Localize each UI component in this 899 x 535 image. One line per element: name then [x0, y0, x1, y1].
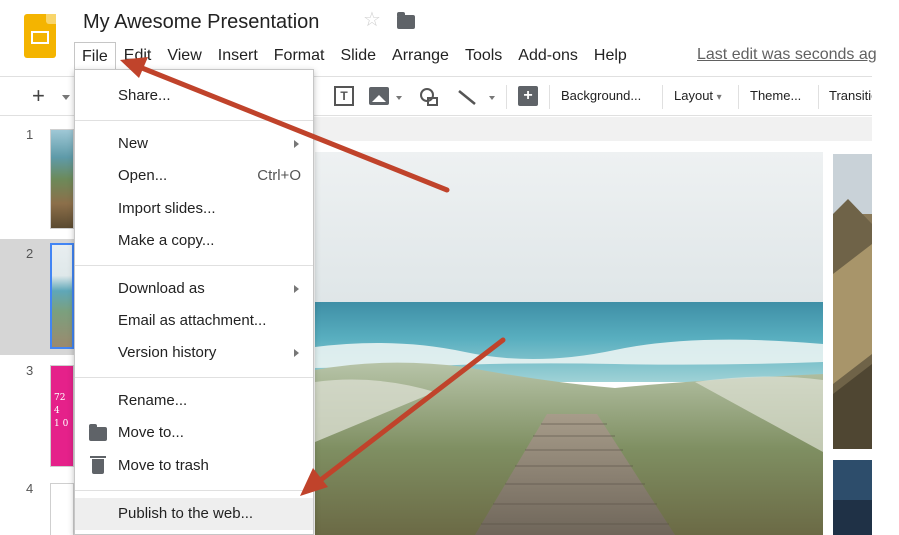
menu-item-label: Share...: [118, 87, 171, 104]
submenu-arrow-icon: [294, 285, 299, 293]
trash-icon: [90, 456, 106, 474]
folder-icon: [89, 424, 107, 441]
thumbnail-text: 1 0: [54, 419, 69, 429]
thumbnail-text: 4: [54, 406, 60, 416]
slide-thumbnail[interactable]: [50, 129, 74, 229]
add-comment-icon[interactable]: +: [518, 86, 538, 106]
image-dropdown-icon[interactable]: [396, 96, 402, 100]
filmstrip-slide-3[interactable]: 3 72 4 1 0: [0, 357, 74, 473]
folder-icon[interactable]: [397, 12, 415, 29]
image-icon[interactable]: [369, 87, 389, 105]
mountain-photo[interactable]: [833, 154, 872, 449]
menu-tools[interactable]: Tools: [457, 42, 510, 70]
menu-addons[interactable]: Add-ons: [510, 42, 586, 70]
layout-label: Layout: [674, 88, 714, 103]
menu-item-label: Move to trash: [118, 457, 209, 474]
transition-button[interactable]: Transition...: [829, 88, 872, 103]
slide-thumbnail[interactable]: 72 4 1 0: [50, 365, 74, 467]
menu-item-import-slides[interactable]: Import slides...: [75, 193, 313, 225]
menu-item-label: New: [118, 135, 149, 152]
menu-item-share[interactable]: Share...: [75, 80, 313, 112]
line-icon[interactable]: [455, 85, 479, 109]
menu-item-label: Download as: [118, 280, 205, 297]
new-slide-plus-icon[interactable]: +: [32, 85, 45, 107]
menu-item-label: Version history: [118, 344, 217, 361]
slides-logo-icon[interactable]: [24, 14, 56, 58]
menu-item-download-as[interactable]: Download as: [75, 273, 313, 305]
line-dropdown-icon[interactable]: [489, 96, 495, 100]
toolbar-divider: [662, 85, 663, 109]
menu-arrange[interactable]: Arrange: [384, 42, 457, 70]
text-box-icon[interactable]: T: [334, 86, 354, 106]
theme-button[interactable]: Theme...: [750, 88, 801, 103]
toolbar-divider: [549, 85, 550, 109]
menu-item-label: Open...: [118, 167, 168, 184]
new-slide-caret-icon[interactable]: [62, 95, 70, 100]
menu-item-label: Import slides...: [118, 200, 216, 217]
menu-item-shortcut: Ctrl+O: [257, 167, 301, 184]
menu-divider: [75, 265, 313, 266]
menu-item-move-to-trash[interactable]: Move to trash: [75, 450, 313, 482]
menu-divider: [75, 490, 313, 491]
menu-divider: [75, 120, 313, 121]
filmstrip: 1 2 3 72 4 1 0 4: [0, 117, 74, 535]
menu-item-publish-to-web[interactable]: Publish to the web...: [75, 498, 313, 530]
slide-number: 1: [26, 127, 34, 142]
menu-item-move-to[interactable]: Move to...: [75, 417, 313, 449]
layout-button[interactable]: Layout ▾: [674, 88, 722, 103]
menu-view[interactable]: View: [159, 42, 209, 70]
layout-caret-icon: ▾: [716, 92, 722, 103]
menu-item-new[interactable]: New: [75, 128, 313, 160]
slide-number: 2: [26, 246, 34, 261]
menu-item-version-history[interactable]: Version history: [75, 337, 313, 369]
menu-item-label: Move to...: [118, 424, 184, 441]
submenu-arrow-icon: [294, 349, 299, 357]
menu-item-open[interactable]: Open... Ctrl+O: [75, 160, 313, 192]
menu-insert[interactable]: Insert: [210, 42, 266, 70]
menu-file[interactable]: File: [74, 42, 116, 70]
menu-format[interactable]: Format: [266, 42, 333, 70]
slide-thumbnail[interactable]: [50, 243, 74, 349]
star-outline-icon[interactable]: ☆: [363, 10, 381, 30]
slide-number: 4: [26, 481, 34, 496]
menu-help[interactable]: Help: [586, 42, 635, 70]
menu-item-rename[interactable]: Rename...: [75, 385, 313, 417]
filmstrip-slide-1[interactable]: 1: [0, 117, 74, 237]
toolbar-divider: [818, 85, 819, 109]
menu-item-label: Make a copy...: [118, 232, 215, 249]
document-title[interactable]: My Awesome Presentation: [83, 11, 319, 34]
menu-item-label: Email as attachment...: [118, 312, 267, 329]
beach-boardwalk-photo[interactable]: [315, 152, 823, 535]
menu-item-label: Publish to the web...: [118, 505, 254, 522]
slide-thumbnail[interactable]: [50, 483, 74, 535]
submenu-arrow-icon: [294, 140, 299, 148]
menubar: File Edit View Insert Format Slide Arran…: [74, 42, 635, 70]
menu-item-label: Rename...: [118, 392, 188, 409]
filmstrip-slide-4[interactable]: 4: [0, 475, 74, 535]
menu-item-make-copy[interactable]: Make a copy...: [75, 225, 313, 257]
shape-icon[interactable]: [418, 86, 440, 108]
menu-slide[interactable]: Slide: [332, 42, 384, 70]
toolbar-divider: [738, 85, 739, 109]
slide-number: 3: [26, 363, 34, 378]
thumbnail-text: 72: [54, 393, 66, 403]
filmstrip-slide-2[interactable]: 2: [0, 239, 74, 355]
menu-edit[interactable]: Edit: [116, 42, 160, 70]
menu-divider: [75, 377, 313, 378]
last-edit-link[interactable]: Last edit was seconds ago: [697, 46, 877, 64]
menu-item-email-attachment[interactable]: Email as attachment...: [75, 305, 313, 337]
toolbar-divider: [506, 85, 507, 109]
file-menu-dropdown: Share... New Open... Ctrl+O Import slide…: [74, 69, 314, 535]
background-button[interactable]: Background...: [561, 88, 641, 103]
dusk-photo[interactable]: [833, 460, 872, 535]
